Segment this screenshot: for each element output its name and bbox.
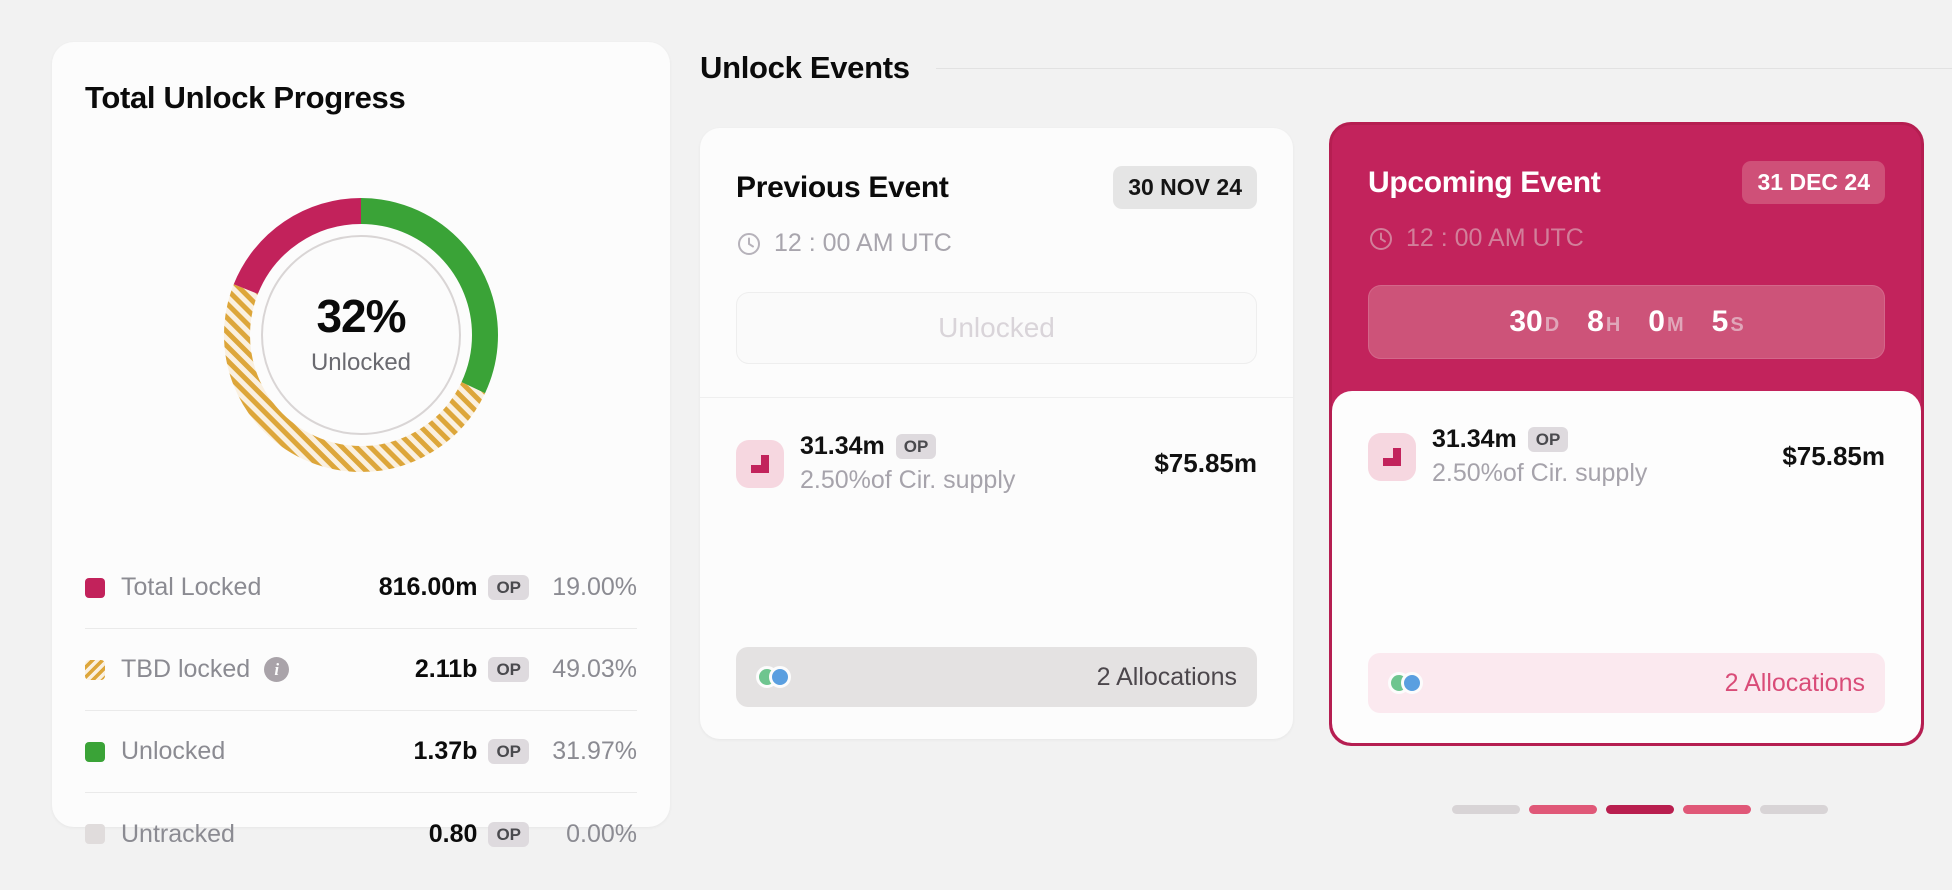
allocation-amount-row: 31.34m OP bbox=[800, 432, 1015, 461]
legend-amount: 816.00m bbox=[379, 573, 478, 602]
allocation-amount: 31.34m bbox=[800, 432, 885, 461]
previous-event-card[interactable]: Previous Event 30 NOV 24 12 : 00 AM UTC … bbox=[700, 128, 1293, 739]
donut-center-label: 32% Unlocked bbox=[216, 190, 506, 480]
pagination-bar-3-active[interactable] bbox=[1606, 805, 1674, 814]
allocation-avatars bbox=[1388, 672, 1423, 694]
countdown-hours-unit: H bbox=[1606, 314, 1620, 337]
previous-event-time: 12 : 00 AM UTC bbox=[736, 229, 1257, 258]
allocation-usd-value: $75.85m bbox=[1782, 441, 1885, 472]
allocations-count: 2 Allocations bbox=[1097, 663, 1237, 692]
upcoming-event-title: Upcoming Event bbox=[1368, 166, 1601, 200]
upcoming-event-title-row: Upcoming Event 31 DEC 24 bbox=[1368, 161, 1885, 204]
allocation-dot-blue-icon bbox=[769, 666, 791, 688]
countdown-timer: 30 D 8 H 0 M 5 S bbox=[1368, 285, 1885, 359]
legend-label: Untracked bbox=[121, 820, 235, 849]
unlock-donut-chart: 32% Unlocked bbox=[216, 190, 506, 480]
token-chip: OP bbox=[488, 657, 529, 682]
previous-event-title-row: Previous Event 30 NOV 24 bbox=[736, 166, 1257, 209]
allocation-avatars bbox=[756, 666, 791, 688]
allocation-texts: 31.34m OP 2.50%of Cir. supply bbox=[800, 432, 1015, 495]
allocation-amount: 31.34m bbox=[1432, 425, 1517, 454]
token-chip: OP bbox=[1528, 427, 1569, 452]
token-chip: OP bbox=[488, 822, 529, 847]
donut-percent-caption: Unlocked bbox=[311, 349, 411, 377]
clock-icon bbox=[736, 231, 762, 257]
legend-amount: 1.37b bbox=[414, 737, 478, 766]
countdown-days-value: 30 bbox=[1509, 305, 1542, 339]
allocation-icon bbox=[1368, 433, 1416, 481]
allocations-count: 2 Allocations bbox=[1725, 669, 1865, 698]
upcoming-event-time-text: 12 : 00 AM UTC bbox=[1406, 224, 1584, 253]
legend-percent: 0.00% bbox=[529, 820, 637, 849]
allocation-dot-blue-icon bbox=[1401, 672, 1423, 694]
token-chip: OP bbox=[488, 739, 529, 764]
previous-event-time-text: 12 : 00 AM UTC bbox=[774, 229, 952, 258]
carousel-pagination[interactable] bbox=[1452, 805, 1828, 814]
legend-swatch-unlocked bbox=[85, 742, 105, 762]
legend-swatch-total-locked bbox=[85, 578, 105, 598]
unlocked-status-button[interactable]: Unlocked bbox=[736, 292, 1257, 364]
upcoming-event-allocation-row[interactable]: 31.34m OP 2.50%of Cir. supply $75.85m bbox=[1332, 391, 1921, 488]
unlock-events-header: Unlock Events bbox=[700, 50, 1952, 86]
upcoming-event-body: 31.34m OP 2.50%of Cir. supply $75.85m 2 … bbox=[1332, 391, 1921, 743]
total-unlock-progress-card: Total Unlock Progress bbox=[52, 42, 670, 827]
countdown-hours-value: 8 bbox=[1587, 305, 1604, 339]
countdown-seconds-value: 5 bbox=[1712, 305, 1729, 339]
token-chip: OP bbox=[896, 434, 937, 459]
page-title: Total Unlock Progress bbox=[85, 80, 405, 116]
legend-percent: 31.97% bbox=[529, 737, 637, 766]
unlock-dashboard: Total Unlock Progress bbox=[0, 0, 1952, 890]
previous-event-header: Previous Event 30 NOV 24 12 : 00 AM UTC … bbox=[700, 128, 1293, 398]
legend-label: Total Locked bbox=[121, 573, 261, 602]
countdown-days: 30 D bbox=[1509, 305, 1559, 339]
legend-label: Unlocked bbox=[121, 737, 225, 766]
donut-percent-value: 32% bbox=[316, 293, 405, 339]
pagination-bar-4[interactable] bbox=[1683, 805, 1751, 814]
countdown-minutes-unit: M bbox=[1667, 314, 1684, 337]
pagination-bar-5[interactable] bbox=[1760, 805, 1828, 814]
upcoming-event-header: Upcoming Event 31 DEC 24 12 : 00 AM UTC … bbox=[1332, 125, 1921, 397]
upcoming-event-time: 12 : 00 AM UTC bbox=[1368, 224, 1885, 253]
previous-event-title: Previous Event bbox=[736, 171, 949, 205]
legend-percent: 19.00% bbox=[529, 573, 637, 602]
header-divider bbox=[936, 68, 1952, 69]
clock-icon bbox=[1368, 226, 1394, 252]
countdown-minutes: 0 M bbox=[1648, 305, 1683, 339]
allocation-icon bbox=[736, 440, 784, 488]
previous-event-allocation-row[interactable]: 31.34m OP 2.50%of Cir. supply $75.85m bbox=[700, 398, 1293, 495]
previous-event-date-badge: 30 NOV 24 bbox=[1113, 166, 1257, 209]
upcoming-event-date-badge: 31 DEC 24 bbox=[1742, 161, 1885, 204]
countdown-minutes-value: 0 bbox=[1648, 305, 1665, 339]
allocation-supply-note: 2.50%of Cir. supply bbox=[1432, 459, 1647, 488]
legend-row[interactable]: Unlocked 1.37b OP 31.97% bbox=[85, 711, 637, 793]
upcoming-event-allocations-footer[interactable]: 2 Allocations bbox=[1368, 653, 1885, 713]
previous-event-allocations-footer[interactable]: 2 Allocations bbox=[736, 647, 1257, 707]
legend-row[interactable]: Total Locked 816.00m OP 19.00% bbox=[85, 547, 637, 629]
countdown-seconds-unit: S bbox=[1730, 314, 1743, 337]
allocation-supply-note: 2.50%of Cir. supply bbox=[800, 466, 1015, 495]
legend-percent: 49.03% bbox=[529, 655, 637, 684]
countdown-seconds: 5 S bbox=[1712, 305, 1744, 339]
countdown-days-unit: D bbox=[1545, 314, 1559, 337]
token-chip: OP bbox=[488, 575, 529, 600]
allocation-texts: 31.34m OP 2.50%of Cir. supply bbox=[1432, 425, 1647, 488]
info-icon[interactable]: i bbox=[264, 657, 289, 682]
legend-label: TBD locked bbox=[121, 655, 250, 684]
legend-amount: 2.11b bbox=[415, 655, 478, 684]
legend-row[interactable]: TBD locked i 2.11b OP 49.03% bbox=[85, 629, 637, 711]
upcoming-event-card[interactable]: Upcoming Event 31 DEC 24 12 : 00 AM UTC … bbox=[1329, 122, 1924, 746]
allocation-usd-value: $75.85m bbox=[1154, 448, 1257, 479]
unlock-legend: Total Locked 816.00m OP 19.00% TBD locke… bbox=[85, 547, 637, 875]
allocation-amount-row: 31.34m OP bbox=[1432, 425, 1647, 454]
legend-row[interactable]: Untracked 0.80 OP 0.00% bbox=[85, 793, 637, 875]
section-title: Unlock Events bbox=[700, 50, 910, 86]
legend-swatch-untracked bbox=[85, 824, 105, 844]
legend-swatch-tbd-locked bbox=[85, 660, 105, 680]
pagination-bar-2[interactable] bbox=[1529, 805, 1597, 814]
countdown-hours: 8 H bbox=[1587, 305, 1620, 339]
pagination-bar-1[interactable] bbox=[1452, 805, 1520, 814]
legend-amount: 0.80 bbox=[429, 820, 478, 849]
